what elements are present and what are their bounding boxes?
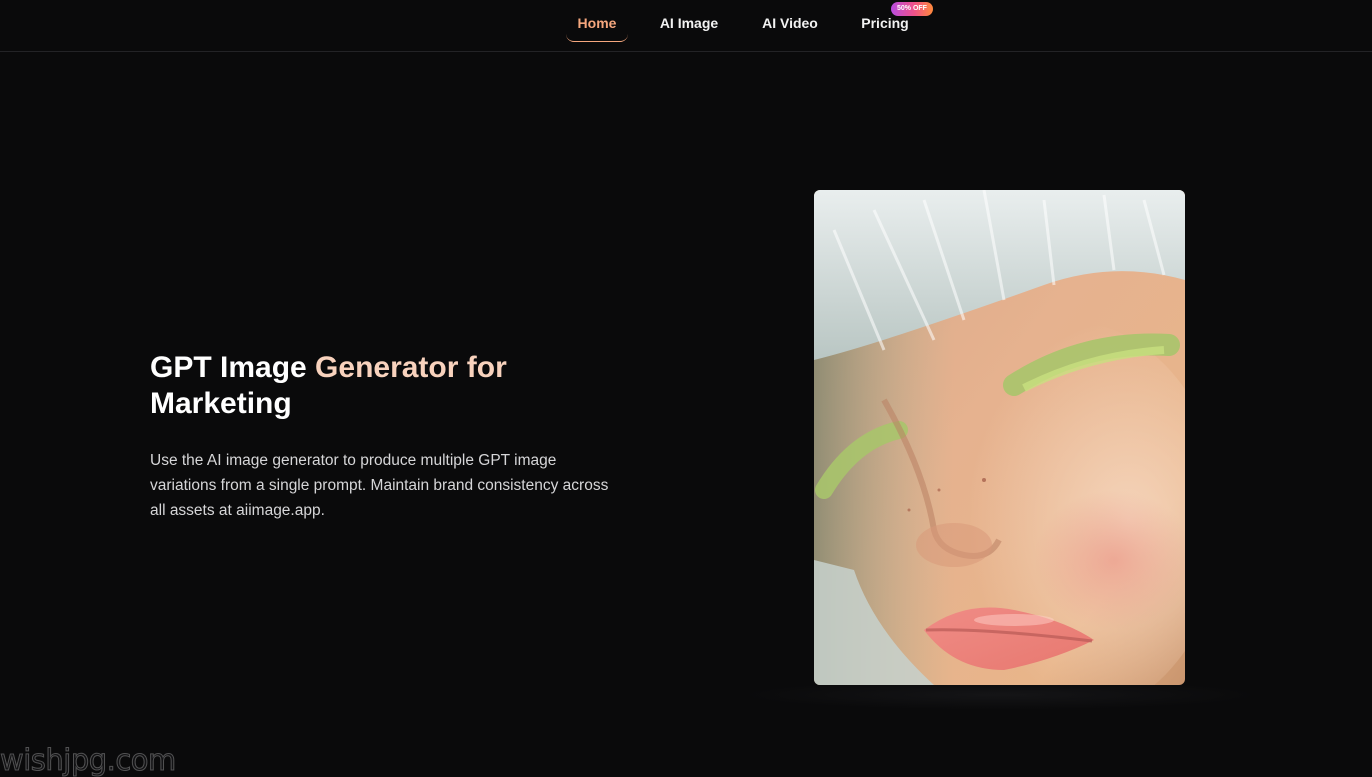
portrait-illustration [814, 190, 1185, 685]
watermark-text: wishjpg.com [0, 743, 177, 777]
top-navigation: Home AI Image AI Video Pricing 50% OFF [0, 0, 1372, 52]
nav-ai-video-tab[interactable]: AI Video [755, 4, 825, 42]
pricing-discount-badge: 50% OFF [891, 2, 933, 16]
hero-title: GPT Image Generator for Marketing [150, 350, 620, 422]
hero-title-part2: Marketing [150, 387, 292, 420]
nav-home-tab[interactable]: Home [566, 4, 628, 42]
page: Home AI Image AI Video Pricing 50% OFF G… [0, 0, 1372, 777]
hero-description: Use the AI image generator to produce mu… [150, 452, 609, 519]
hero-title-part1: GPT Image [150, 351, 316, 384]
hero-title-accent: Generator for [315, 351, 507, 384]
hero-portrait-image [814, 190, 1185, 685]
nav-ai-image-tab[interactable]: AI Image [652, 4, 726, 42]
